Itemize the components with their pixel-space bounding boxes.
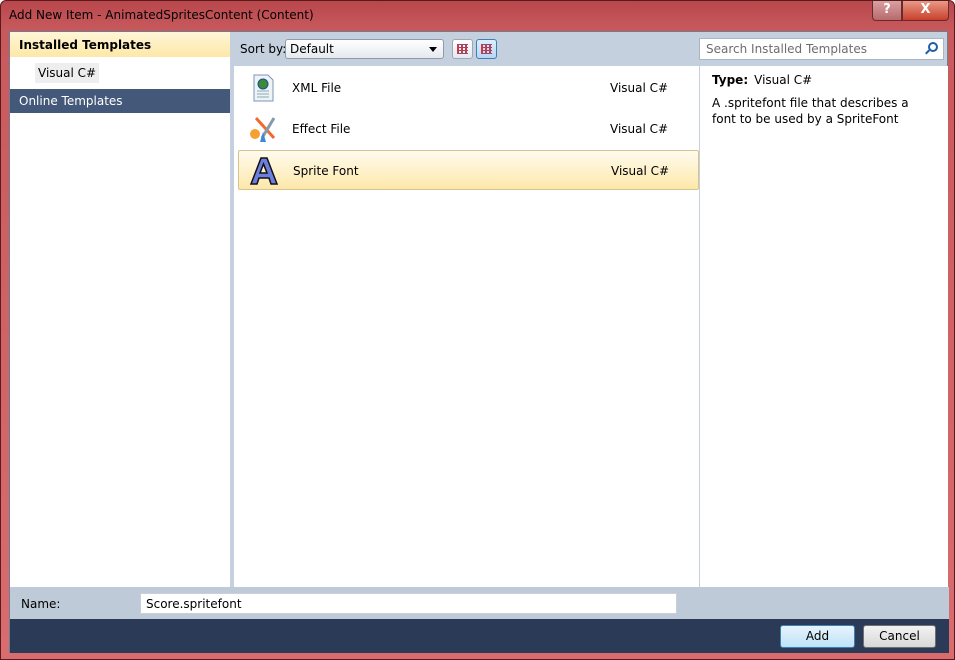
template-language: Visual C#: [610, 122, 669, 136]
template-language: Visual C#: [611, 164, 670, 178]
window-title: Add New Item - AnimatedSpritesContent (C…: [9, 8, 314, 22]
sort-dropdown[interactable]: Default: [285, 39, 444, 59]
grid-view-icon: [457, 44, 468, 54]
template-description: A .spritefont file that describes a font…: [712, 96, 909, 126]
name-row: Name:: [10, 587, 949, 619]
sidebar-item-installed-templates[interactable]: Installed Templates: [10, 32, 230, 57]
dialog-window: Add New Item - AnimatedSpritesContent (C…: [0, 0, 955, 660]
sidebar-item-visual-csharp[interactable]: Visual C#: [35, 63, 100, 83]
sort-value: Default: [290, 42, 334, 56]
template-name: Sprite Font: [293, 164, 359, 178]
template-language: Visual C#: [610, 81, 669, 95]
search-icon[interactable]: [928, 42, 938, 52]
type-value: Visual C#: [754, 73, 813, 87]
medium-icons-view-button[interactable]: [452, 39, 473, 59]
name-label: Name:: [21, 597, 61, 611]
template-list: XML File Visual C# Effect File Visual C#…: [234, 66, 699, 587]
xml-file-icon: [253, 74, 274, 102]
effect-file-icon: [250, 116, 276, 142]
cancel-button[interactable]: Cancel: [863, 625, 936, 648]
button-bar: Add Cancel: [10, 619, 949, 653]
template-name: Effect File: [292, 122, 351, 136]
chevron-down-icon: [429, 47, 437, 52]
add-button[interactable]: Add: [780, 625, 855, 648]
template-name: XML File: [292, 81, 342, 95]
toolbar: Sort by: Default Search Installed Templa…: [230, 32, 949, 65]
type-label: Type:: [712, 73, 749, 87]
name-input[interactable]: [140, 593, 677, 614]
sidebar: Installed Templates Visual C# Online Tem…: [10, 32, 230, 587]
dialog-body: Installed Templates Visual C# Online Tem…: [9, 31, 949, 653]
sprite-font-icon: [249, 157, 279, 185]
sort-label: Sort by:: [240, 42, 287, 56]
details-panel: Type: Visual C# A .spritefont file that d…: [700, 66, 948, 587]
details-view-button[interactable]: [476, 39, 497, 59]
sidebar-item-online-templates[interactable]: Online Templates: [10, 89, 230, 113]
list-view-icon: [481, 44, 492, 54]
template-item-effect-file[interactable]: Effect File Visual C#: [238, 109, 699, 149]
template-item-sprite-font[interactable]: Sprite Font Visual C#: [238, 150, 699, 190]
close-button[interactable]: X: [902, 1, 949, 21]
search-input[interactable]: Search Installed Templates: [699, 38, 944, 60]
help-button[interactable]: ?: [872, 1, 902, 21]
template-item-xml-file[interactable]: XML File Visual C#: [238, 68, 699, 108]
search-placeholder: Search Installed Templates: [706, 42, 867, 56]
